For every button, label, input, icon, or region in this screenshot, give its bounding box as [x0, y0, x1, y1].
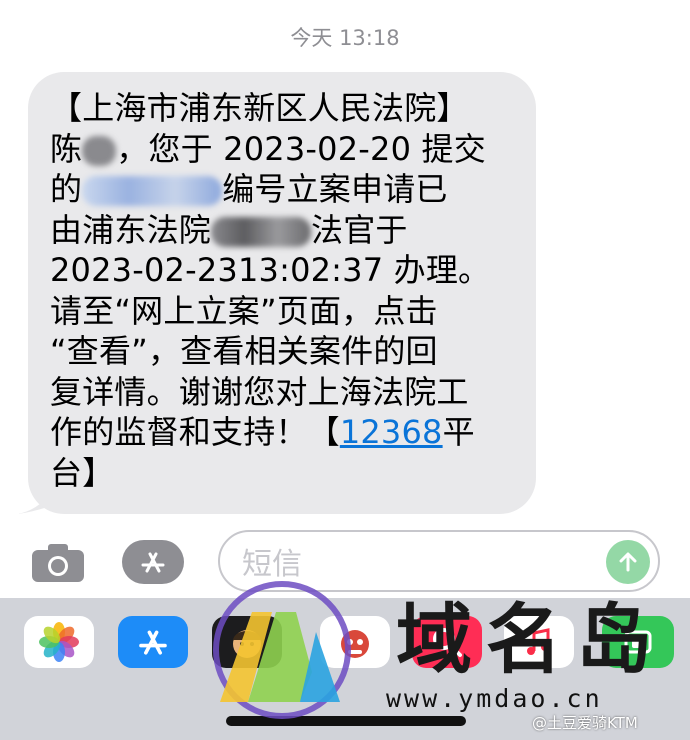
animoji-app-button[interactable] — [320, 616, 390, 668]
memoji-icon — [233, 630, 261, 658]
animoji-icon — [341, 630, 369, 658]
home-indicator[interactable] — [226, 716, 466, 726]
message-line: 请至“网上立案”页面，点击 — [50, 291, 438, 330]
phone-link[interactable]: 12368 — [340, 413, 443, 451]
more-apps-icon — [624, 630, 652, 654]
camera-icon — [32, 544, 84, 582]
app-store-icon — [141, 552, 165, 573]
memoji-app-button[interactable] — [212, 616, 282, 668]
apps-button[interactable] — [122, 540, 184, 584]
message-line: 【上海市浦东新区人民法院】 — [50, 89, 469, 127]
message-line: 台】 — [50, 453, 115, 492]
message-text: 作的监督和支持！【 — [50, 413, 340, 451]
arrow-up-icon — [619, 552, 637, 572]
message-bubble-container: 【上海市浦东新区人民法院】 陈 ，您于 2023-02-20 提交 的 编号立案申请… — [18, 72, 536, 514]
message-text: 的 — [50, 170, 83, 208]
message-input-placeholder: 短信 — [242, 547, 302, 582]
more-apps-button[interactable] — [602, 616, 674, 668]
redacted-judge-name — [211, 216, 312, 247]
photos-icon — [39, 622, 79, 662]
photos-app-button[interactable] — [24, 616, 94, 668]
message-line: 陈 ，您于 2023-02-20 提交 — [50, 129, 520, 170]
composer-bar: 短信 — [0, 528, 690, 596]
message-text: 法官于 — [311, 210, 408, 249]
message-text: 平 — [442, 413, 475, 451]
search-images-icon — [433, 628, 462, 657]
app-store-icon — [139, 630, 167, 655]
message-line: 的 编号立案申请已 — [50, 169, 520, 210]
message-line: 2023-02-2313:02:37 办理。 — [50, 251, 491, 289]
redacted-name — [82, 135, 117, 166]
music-app-button[interactable] — [504, 616, 574, 668]
message-line: 由浦东法院 法官于 — [50, 210, 520, 251]
message-text: ，您于 2023-02-20 提交 — [116, 129, 486, 168]
message-line: 作的监督和支持！【12368平 — [50, 412, 520, 453]
app-store-app-button[interactable] — [118, 616, 188, 668]
camera-button[interactable] — [30, 542, 86, 584]
redacted-case-number — [82, 176, 223, 206]
message-line: “查看”，查看相关案件的回 — [50, 332, 438, 370]
timestamp: 今天 13:18 — [290, 26, 400, 50]
search-images-app-button[interactable] — [412, 616, 482, 668]
message-text: 陈 — [50, 129, 83, 168]
message-line: 复详情。谢谢您对上海法院工 — [50, 372, 469, 411]
message-bubble[interactable]: 【上海市浦东新区人民法院】 陈 ，您于 2023-02-20 提交 的 编号立案申请… — [28, 72, 536, 514]
weibo-credit: @土豆爱骑KTM — [532, 714, 638, 732]
send-button[interactable] — [606, 540, 650, 584]
music-icon — [527, 628, 550, 655]
message-text: 编号立案申请已 — [222, 170, 448, 208]
message-text: 由浦东法院 — [50, 210, 212, 249]
message-input[interactable]: 短信 — [218, 530, 660, 592]
